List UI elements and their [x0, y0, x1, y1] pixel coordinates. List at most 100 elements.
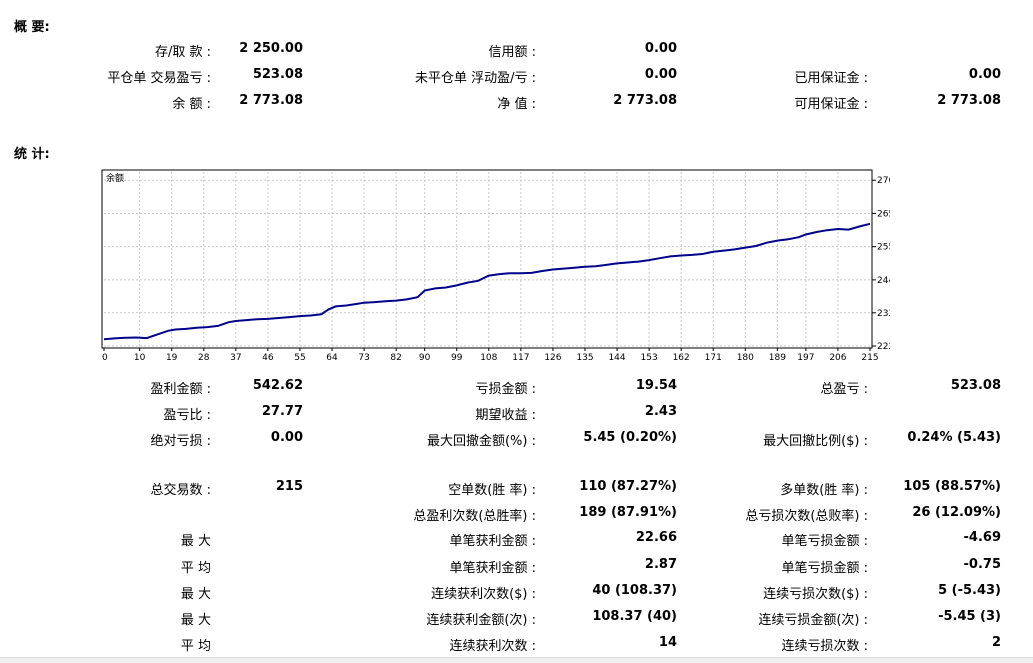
x-tick-label: 215 — [861, 353, 878, 363]
margin-value: 0.00 — [968, 67, 1001, 82]
total-trades-label: 总交易数 : — [150, 483, 211, 498]
free-margin-label: 可用保证金 : — [794, 97, 868, 112]
largest-profit-label: 单笔获利金额 : — [449, 534, 536, 549]
largest-loss-value: -4.69 — [963, 530, 1001, 545]
x-tick-label: 189 — [769, 353, 786, 363]
avg-cons-losses-label: 连续亏损次数 : — [781, 639, 868, 654]
long-positions-value: 105 (88.57%) — [903, 479, 1001, 494]
long-positions-label: 多单数(胜 率) : — [780, 483, 868, 498]
loss-trades-value: 26 (12.09%) — [912, 505, 1001, 520]
floating-pl-label: 未平仓单 浮动盈/亏 : — [414, 71, 536, 86]
equity-value: 2 773.08 — [613, 93, 677, 108]
bottom-scroll-edge — [0, 657, 1033, 663]
max-cons-losses-value: 5 (-5.43) — [938, 583, 1001, 598]
x-tick-label: 117 — [512, 353, 529, 363]
gross-loss-value: 19.54 — [635, 378, 677, 393]
y-tick-label: 2659 — [877, 209, 890, 219]
max-cons-profit-value: 108.37 (40) — [592, 609, 677, 624]
max-cons-loss-label: 连续亏损金额(次) : — [758, 613, 868, 628]
profit-factor-value: 27.77 — [261, 404, 303, 419]
deposit-value: 2 250.00 — [239, 41, 303, 56]
deposit-label: 存/取 款 : — [154, 45, 211, 60]
avg-cons-wins-value: 14 — [658, 635, 677, 650]
max-label: 最 大 — [180, 587, 211, 602]
x-tick-label: 64 — [326, 353, 338, 363]
max2-label: 最 大 — [180, 613, 211, 628]
x-tick-label: 108 — [480, 353, 497, 363]
gross-profit-value: 542.62 — [252, 378, 303, 393]
x-tick-label: 135 — [576, 353, 593, 363]
x-tick-label: 19 — [166, 353, 178, 363]
x-tick-label: 197 — [797, 353, 814, 363]
closed-pl-label: 平仓单 交易盈亏 : — [107, 71, 211, 86]
max-cons-wins-value: 40 (108.37) — [592, 583, 677, 598]
y-tick-label: 2333 — [877, 309, 890, 319]
max-cons-profit-label: 连续获利金额(次) : — [426, 613, 536, 628]
short-positions-value: 110 (87.27%) — [579, 479, 677, 494]
avg-cons-losses-value: 2 — [991, 635, 1001, 650]
equity-label: 净 值 : — [497, 97, 536, 112]
chart-title: 余额 — [106, 172, 124, 184]
summary-title: 概 要: — [14, 20, 50, 35]
y-tick-label: 2224 — [877, 342, 890, 352]
average2-label: 平 均 — [180, 639, 211, 654]
avg-loss-label: 单笔亏损金额 : — [781, 561, 868, 576]
total-net-label: 总盈亏 : — [820, 382, 868, 397]
x-axis: 0 10 19 28 37 46 55 64 73 82 90 99 108 117 126 135 144 15… — [102, 348, 879, 363]
avg-cons-wins-label: 连续获利次数 : — [449, 639, 536, 654]
max-drawdown-value: 5.45 (0.20%) — [583, 430, 677, 445]
avg-profit-value: 2.87 — [644, 557, 677, 572]
profit-trades-label: 总盈利次数(总胜率) : — [413, 509, 536, 524]
y-tick-label: 2768 — [877, 176, 890, 186]
rel-drawdown-value: 0.24% (5.43) — [907, 430, 1001, 445]
max-drawdown-label: 最大回撤金额(%) : — [426, 434, 536, 449]
x-tick-label: 82 — [390, 353, 401, 363]
x-tick-label: 153 — [641, 353, 658, 363]
max-cons-losses-label: 连续亏损次数($) : — [763, 587, 868, 602]
expected-payoff-label: 期望收益 : — [475, 408, 536, 423]
floating-pl-value: 0.00 — [644, 67, 677, 82]
avg-profit-label: 单笔获利金额 : — [449, 561, 536, 576]
expected-payoff-value: 2.43 — [644, 404, 677, 419]
max-cons-loss-value: -5.45 (3) — [938, 609, 1001, 624]
x-tick-label: 171 — [705, 353, 722, 363]
credit-label: 信用额 : — [488, 45, 536, 60]
total-trades-value: 215 — [275, 479, 303, 494]
x-tick-label: 46 — [262, 353, 274, 363]
credit-value: 0.00 — [644, 41, 677, 56]
rel-drawdown-label: 最大回撤比例($) : — [763, 434, 868, 449]
balance-chart: 2768 2659 2550 2441 2333 2224 0 10 19 28 37 46 55 64… — [101, 169, 890, 363]
margin-label: 已用保证金 : — [794, 71, 868, 86]
largest-label: 最 大 — [180, 534, 211, 549]
x-tick-label: 37 — [230, 353, 241, 363]
total-net-value: 523.08 — [950, 378, 1001, 393]
x-tick-label: 144 — [608, 353, 625, 363]
largest-profit-value: 22.66 — [635, 530, 677, 545]
free-margin-value: 2 773.08 — [937, 93, 1001, 108]
largest-loss-label: 单笔亏损金额 : — [781, 534, 868, 549]
plot-frame — [101, 169, 873, 349]
abs-drawdown-value: 0.00 — [270, 430, 303, 445]
balance-value: 2 773.08 — [239, 93, 303, 108]
gross-profit-label: 盈利金额 : — [150, 382, 211, 397]
x-tick-label: 10 — [134, 353, 146, 363]
x-tick-label: 90 — [419, 353, 431, 363]
x-tick-label: 73 — [358, 353, 369, 363]
abs-drawdown-label: 绝对亏损 : — [150, 434, 211, 449]
x-tick-label: 180 — [737, 353, 754, 363]
closed-pl-value: 523.08 — [252, 67, 303, 82]
balance-label: 余 额 : — [172, 97, 211, 112]
x-tick-label: 55 — [294, 353, 305, 363]
x-tick-label: 126 — [544, 353, 561, 363]
average-label: 平 均 — [180, 561, 211, 576]
y-tick-label: 2550 — [877, 243, 890, 253]
profit-factor-label: 盈亏比 : — [163, 408, 211, 423]
x-tick-label: 206 — [829, 353, 846, 363]
gross-loss-label: 亏损金额 : — [475, 382, 536, 397]
loss-trades-label: 总亏损次数(总败率) : — [745, 509, 868, 524]
profit-trades-value: 189 (87.91%) — [579, 505, 677, 520]
short-positions-label: 空单数(胜 率) : — [448, 483, 536, 498]
x-tick-label: 0 — [102, 353, 108, 363]
y-tick-label: 2441 — [877, 276, 890, 286]
x-tick-label: 28 — [198, 353, 210, 363]
